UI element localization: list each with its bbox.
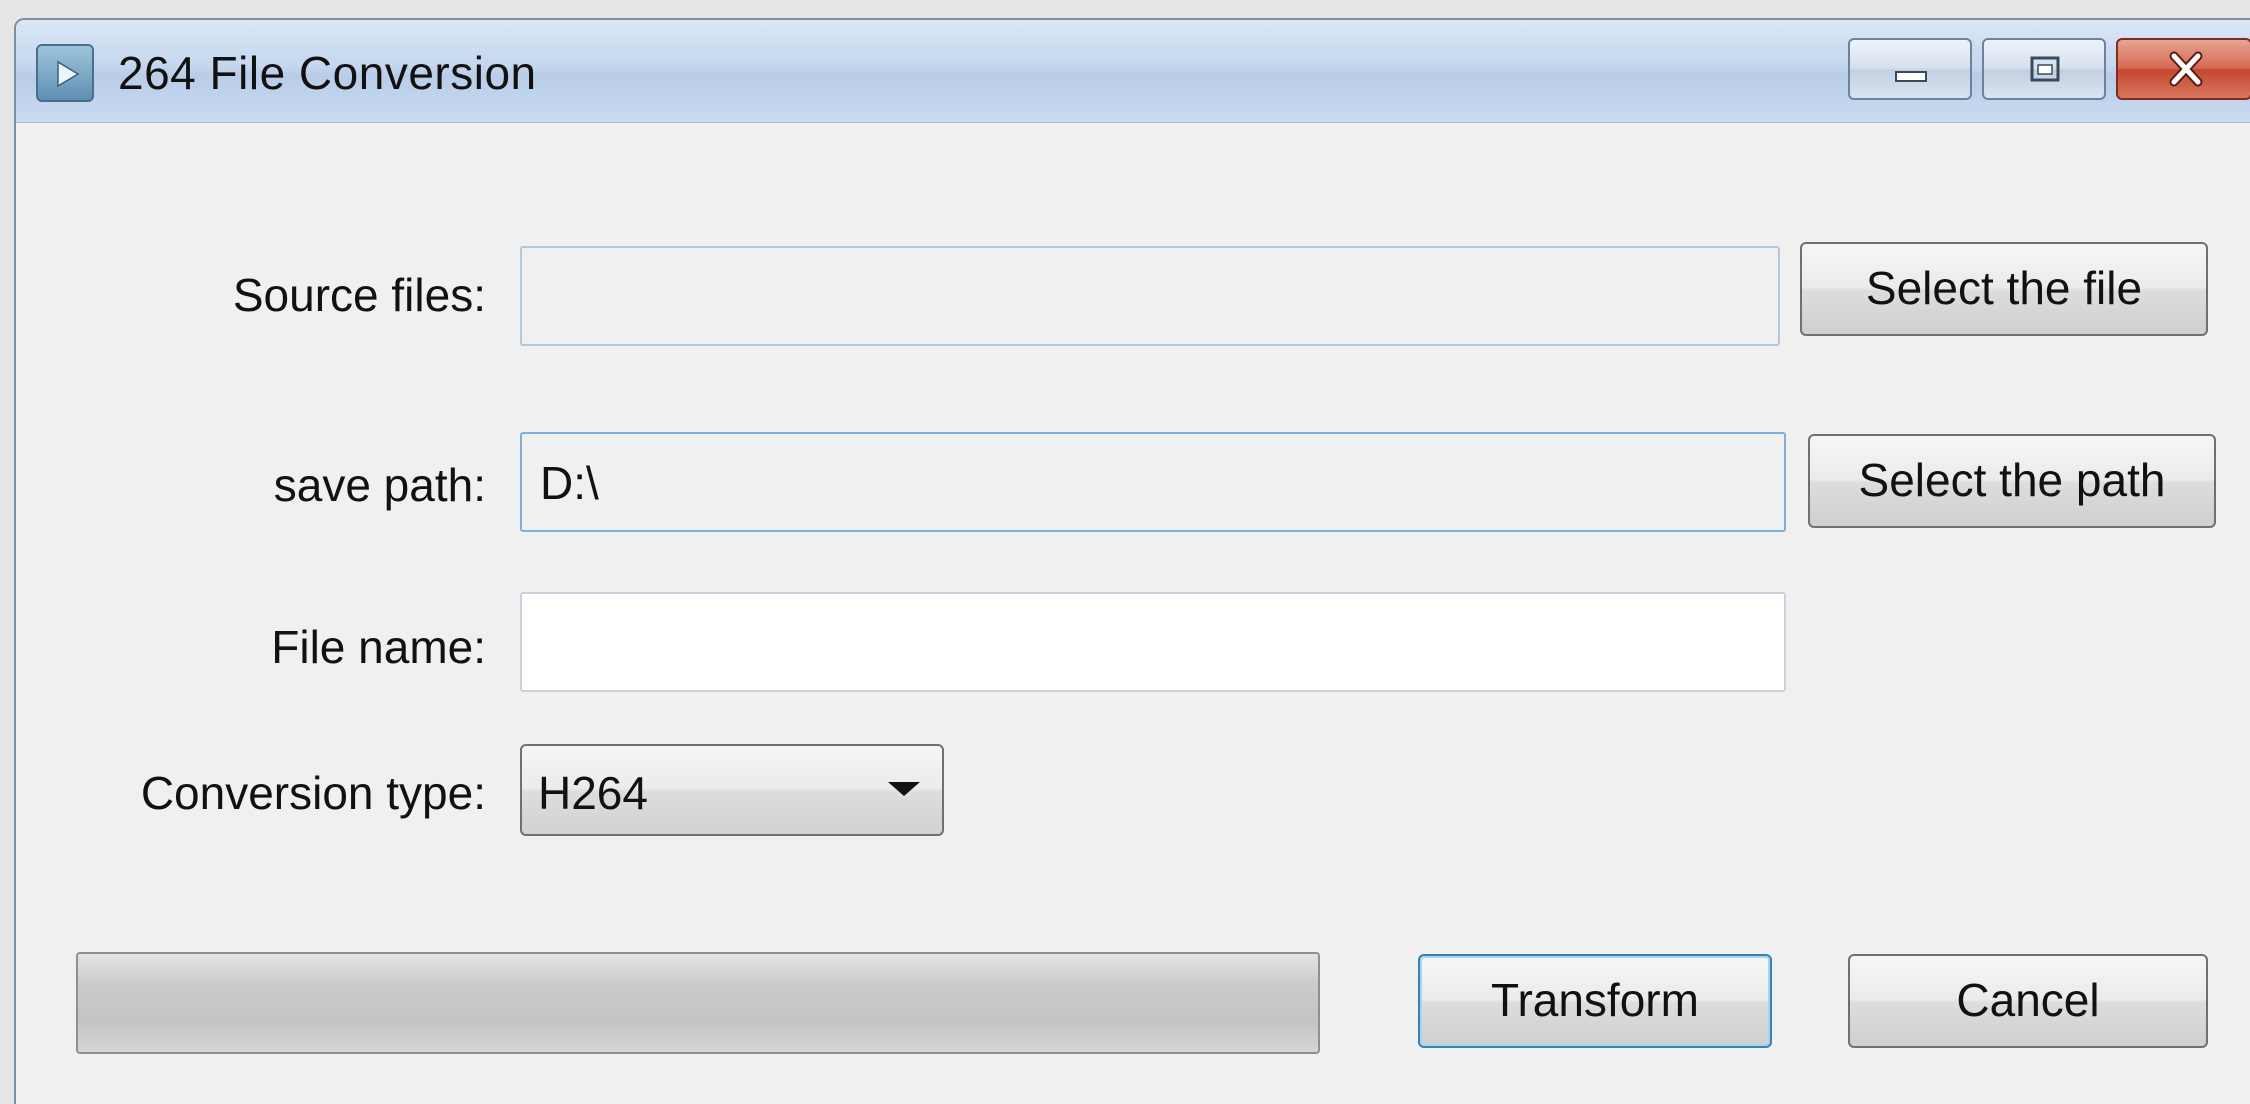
progress-bar xyxy=(76,952,1320,1054)
maximize-icon xyxy=(2030,56,2060,82)
save-path-label: save path: xyxy=(273,459,486,511)
conversion-type-value: H264 xyxy=(538,767,648,819)
window-title: 264 File Conversion xyxy=(118,47,537,99)
close-icon xyxy=(2169,51,2203,87)
conversion-type-label: Conversion type: xyxy=(140,767,486,819)
select-path-button[interactable]: Select the path xyxy=(1808,434,2216,528)
file-name-input[interactable] xyxy=(520,592,1786,692)
app-window: 264 File Conversion Source files: Select… xyxy=(14,18,2250,1104)
select-file-button[interactable]: Select the file xyxy=(1800,242,2208,336)
video-play-icon xyxy=(36,44,94,102)
minimize-button[interactable] xyxy=(1848,38,1972,100)
conversion-type-select[interactable]: H264 xyxy=(520,744,944,836)
transform-button[interactable]: Transform xyxy=(1418,954,1772,1048)
cancel-button[interactable]: Cancel xyxy=(1848,954,2208,1048)
save-path-input[interactable]: D:\ xyxy=(520,432,1786,532)
maximize-button[interactable] xyxy=(1982,38,2106,100)
chevron-down-icon xyxy=(888,782,920,796)
file-name-label: File name: xyxy=(271,621,486,673)
title-bar[interactable]: 264 File Conversion xyxy=(16,20,2250,123)
source-files-input[interactable] xyxy=(520,246,1780,346)
close-button[interactable] xyxy=(2116,38,2250,100)
minimize-icon xyxy=(1895,71,1927,82)
source-files-label: Source files: xyxy=(232,269,486,321)
